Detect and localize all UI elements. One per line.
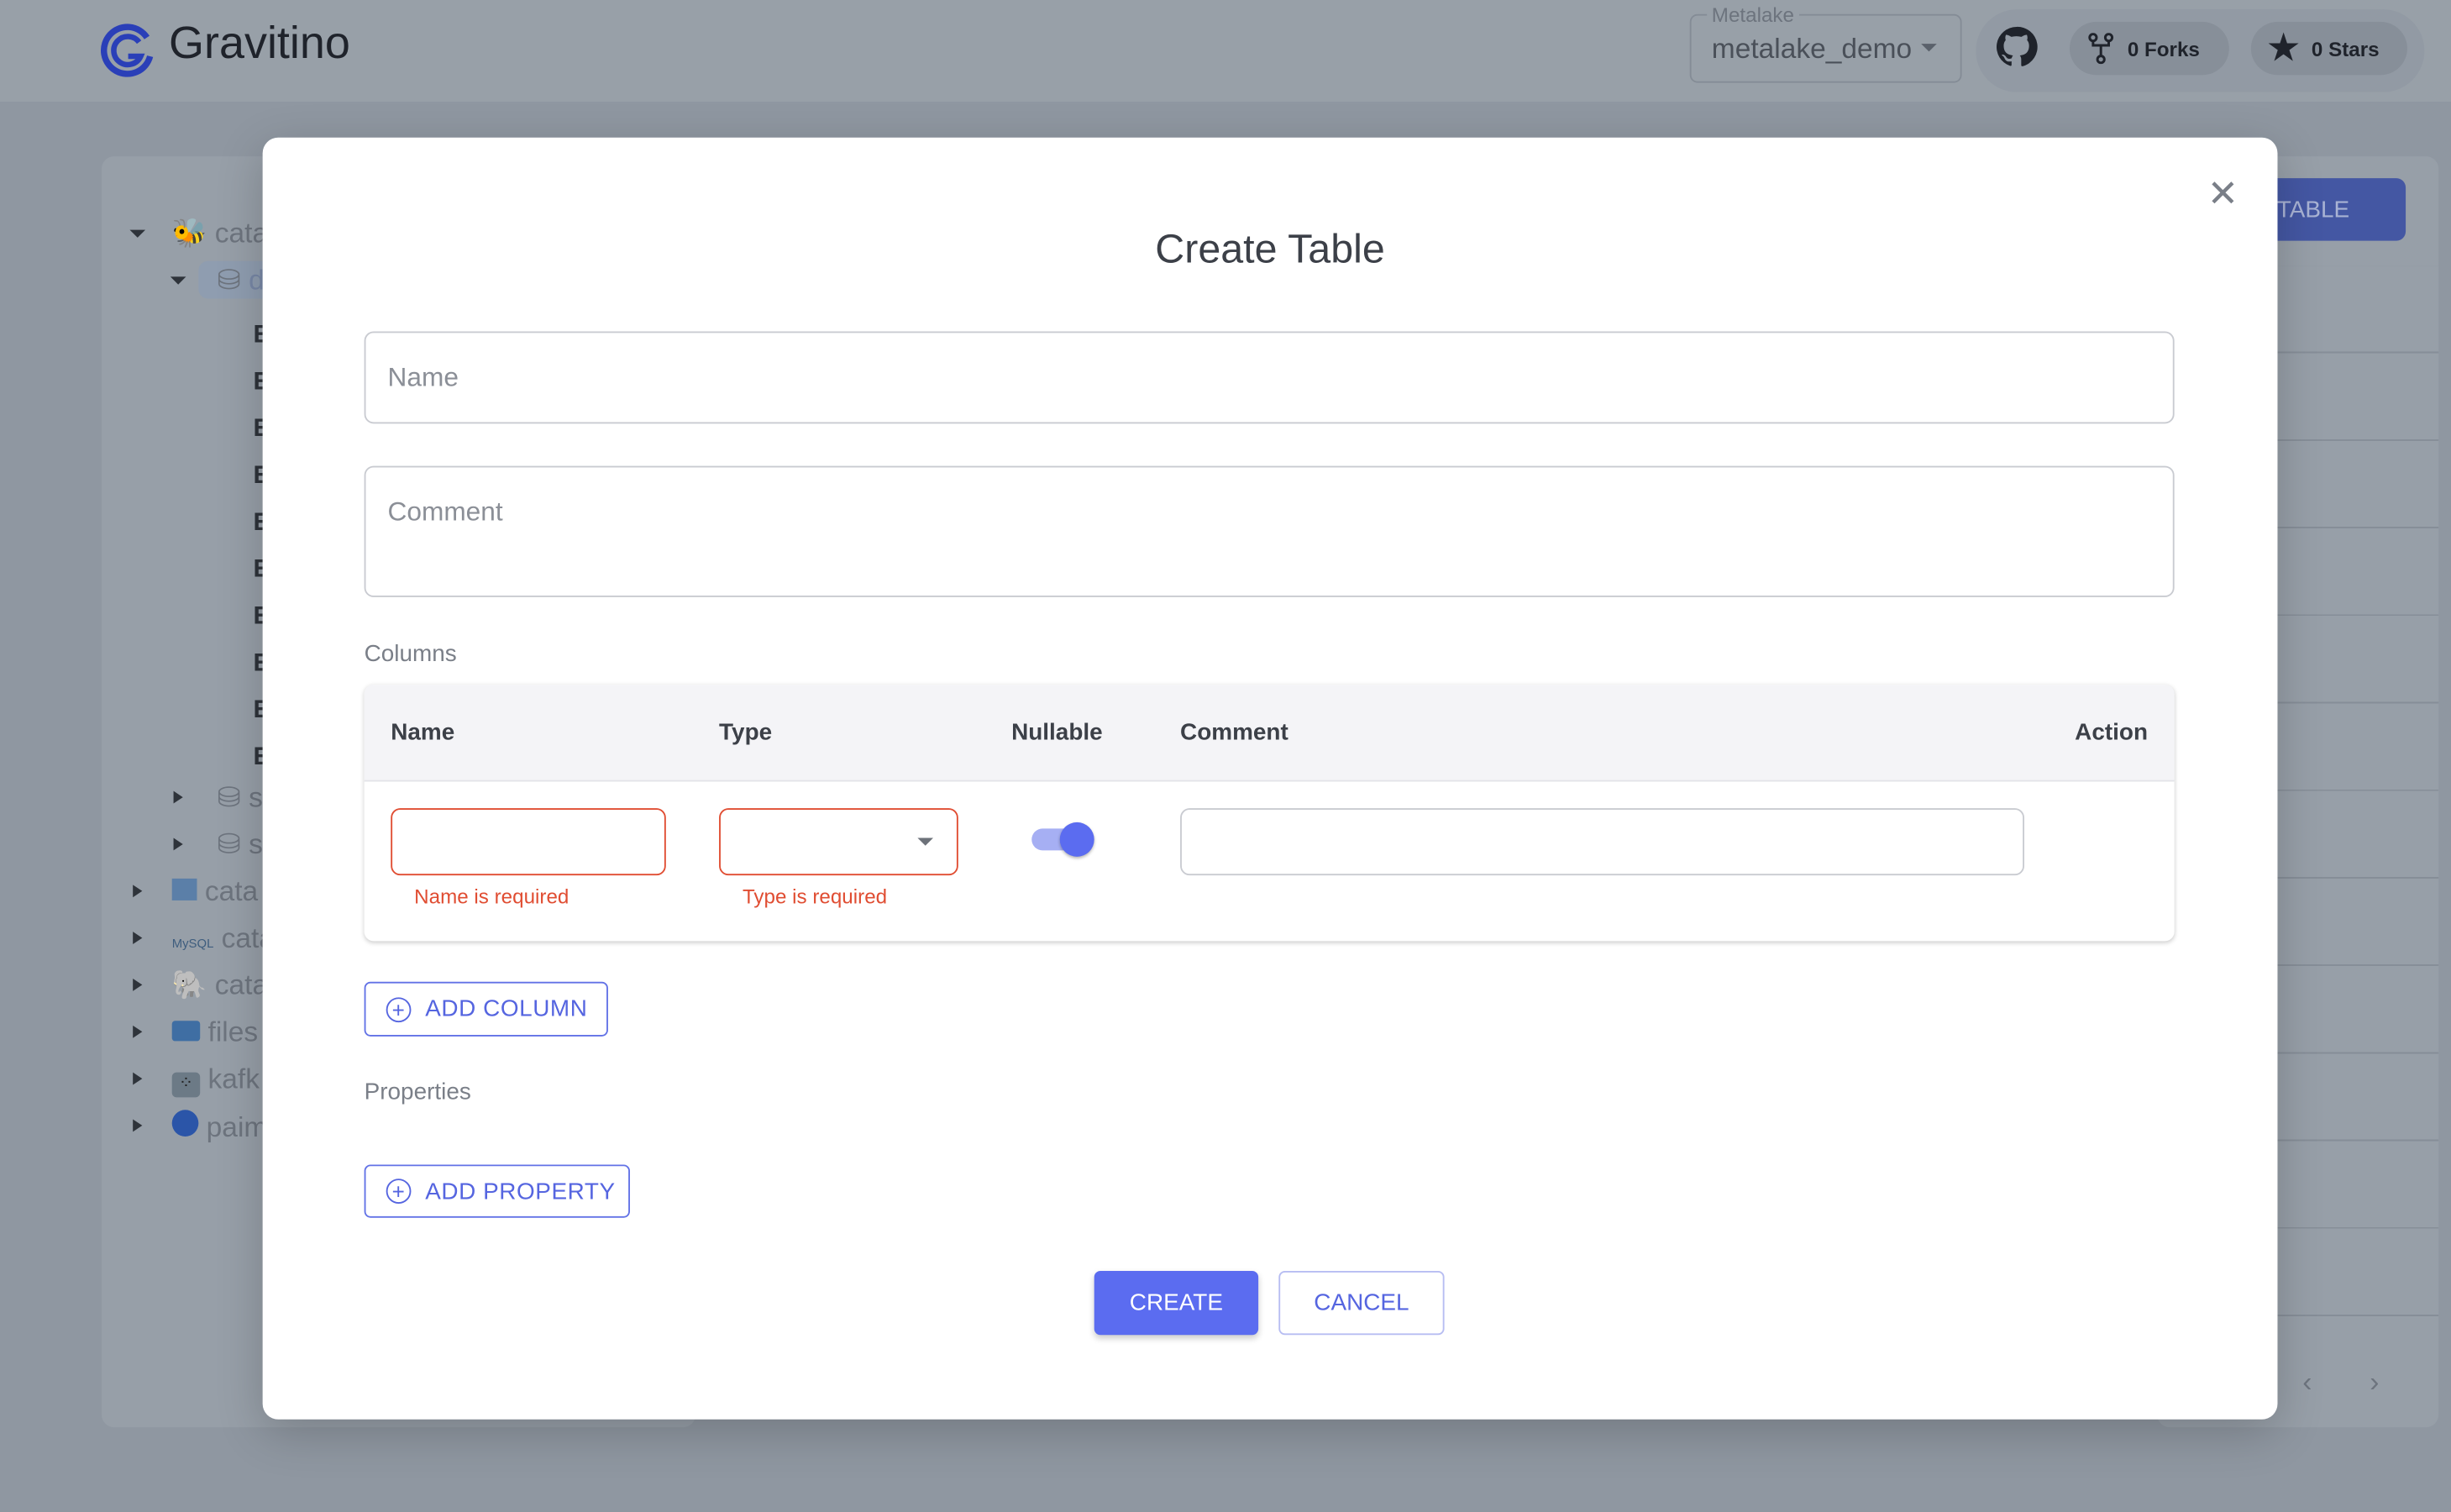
name-input[interactable]: Name bbox=[364, 331, 2175, 424]
database-icon: ⛁ bbox=[217, 264, 241, 296]
tree-item-kafka-catalog[interactable]: ⁘ kafk bbox=[171, 1063, 260, 1098]
add-column-label: ADD COLUMN bbox=[425, 995, 588, 1023]
chevron-down-icon bbox=[1921, 44, 1937, 52]
comment-placeholder: Comment bbox=[387, 496, 503, 528]
stars-button[interactable]: ★ 0 Stars bbox=[2250, 22, 2407, 76]
tree-item-hive-catalog[interactable]: 🐝 cata bbox=[172, 218, 268, 250]
columns-header: Name Type Nullable Comment Action bbox=[364, 685, 2175, 782]
kafka-icon: ⁘ bbox=[171, 1072, 201, 1098]
folder-icon bbox=[171, 1021, 201, 1042]
columns-label: Columns bbox=[364, 641, 457, 668]
column-name-input[interactable] bbox=[391, 808, 666, 876]
paimon-icon bbox=[171, 1110, 199, 1137]
star-icon: ★ bbox=[2268, 28, 2300, 68]
add-property-button[interactable]: + ADD PROPERTY bbox=[364, 1164, 630, 1218]
create-button[interactable]: CREATE bbox=[1094, 1270, 1259, 1336]
iceberg-icon bbox=[171, 878, 197, 900]
tree-item-schema[interactable]: ⛁ s bbox=[218, 828, 263, 861]
tree-item-mysql-catalog[interactable]: MySQL cata bbox=[172, 922, 275, 955]
mysql-icon: MySQL bbox=[171, 936, 214, 951]
fork-icon bbox=[2088, 33, 2114, 65]
postgresql-icon: 🐘 bbox=[171, 969, 207, 1001]
nullable-toggle[interactable] bbox=[1031, 822, 1094, 857]
name-error: Name is required bbox=[414, 885, 569, 909]
metalake-value: metalake_demo bbox=[1711, 33, 1913, 65]
add-property-label: ADD PROPERTY bbox=[425, 1178, 616, 1205]
database-icon: ⛁ bbox=[217, 828, 241, 860]
header-type: Type bbox=[719, 719, 773, 746]
add-column-button[interactable]: + ADD COLUMN bbox=[364, 981, 608, 1037]
cancel-button[interactable]: CANCEL bbox=[1278, 1270, 1445, 1336]
dialog-title: Create Table bbox=[1155, 224, 1385, 272]
forks-button[interactable]: 0 Forks bbox=[2069, 22, 2229, 76]
github-icon[interactable] bbox=[1995, 25, 2039, 69]
comment-input[interactable]: Comment bbox=[364, 465, 2175, 597]
header-action: Action bbox=[2075, 719, 2149, 746]
plus-circle-icon: + bbox=[386, 996, 412, 1022]
forks-count: 0 Forks bbox=[2127, 36, 2200, 60]
tree-item-paimon-catalog[interactable]: paim bbox=[171, 1110, 267, 1144]
toggle-thumb bbox=[1059, 822, 1094, 857]
tree-item-iceberg-catalog[interactable]: cata bbox=[171, 875, 258, 908]
create-table-dialog: ✕ Create Table Name Comment Columns Name… bbox=[262, 137, 2278, 1420]
database-icon: ⛁ bbox=[217, 781, 241, 813]
hive-icon: 🐝 bbox=[171, 217, 207, 249]
header-nullable: Nullable bbox=[1011, 719, 1103, 746]
next-page-icon[interactable]: › bbox=[2370, 1367, 2379, 1399]
gravitino-logo-icon bbox=[101, 24, 154, 77]
close-icon[interactable]: ✕ bbox=[2207, 172, 2238, 218]
header-comment: Comment bbox=[1180, 719, 1288, 746]
type-error: Type is required bbox=[742, 885, 888, 909]
tree-item-schema[interactable]: ⛁ s bbox=[218, 782, 263, 815]
app-name: Gravitino bbox=[168, 18, 350, 69]
stars-count: 0 Stars bbox=[2311, 36, 2380, 60]
tree-item-postgresql-catalog[interactable]: 🐘 cata bbox=[172, 969, 268, 1002]
prev-page-icon[interactable]: ‹ bbox=[2302, 1367, 2312, 1399]
column-comment-input[interactable] bbox=[1180, 808, 2024, 876]
name-placeholder: Name bbox=[387, 362, 459, 393]
chevron-down-icon bbox=[917, 837, 934, 846]
plus-circle-icon: + bbox=[386, 1179, 412, 1204]
metalake-label: Metalake bbox=[1707, 3, 1799, 27]
top-header: Gravitino Metalake metalake_demo 0 Forks… bbox=[0, 0, 2451, 102]
columns-table: Name Type Nullable Comment Action Name i… bbox=[364, 685, 2175, 941]
properties-label: Properties bbox=[364, 1079, 471, 1105]
tree-item-fileset-catalog[interactable]: files bbox=[171, 1016, 258, 1049]
header-name: Name bbox=[391, 719, 455, 746]
